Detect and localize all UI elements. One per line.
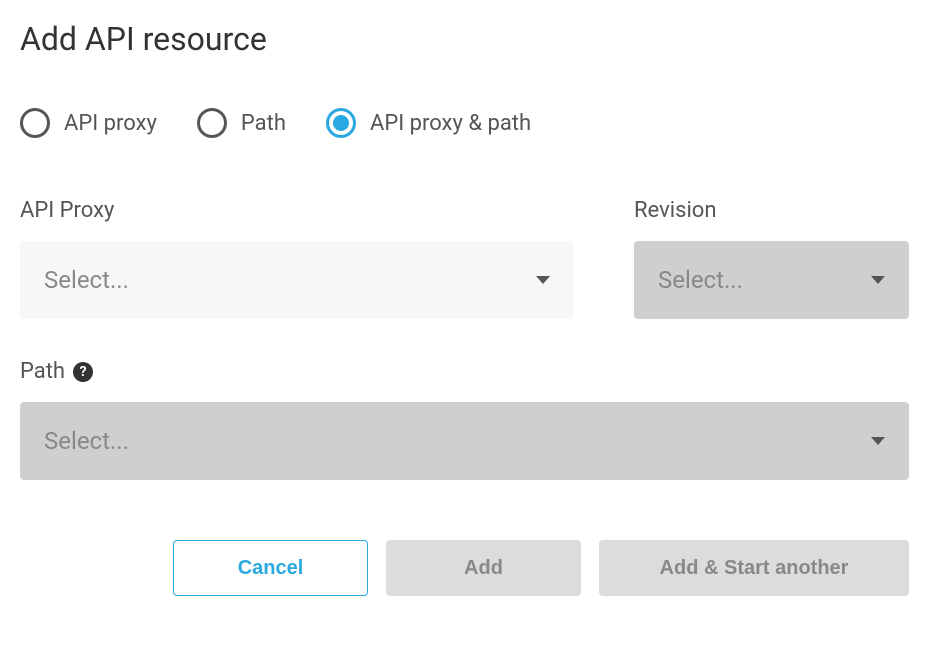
add-and-start-another-button[interactable]: Add & Start another <box>599 540 909 596</box>
form-row-proxy-revision: API Proxy Select... Revision Select... <box>20 198 909 319</box>
api-proxy-label: API Proxy <box>20 198 574 223</box>
radio-api-proxy[interactable]: API proxy <box>20 108 157 138</box>
resource-type-radio-group: API proxy Path API proxy & path <box>20 108 909 138</box>
revision-select-value: Select... <box>658 266 743 294</box>
radio-icon <box>20 108 50 138</box>
radio-icon-selected <box>326 108 356 138</box>
api-proxy-field: API Proxy Select... <box>20 198 574 319</box>
revision-field: Revision Select... <box>634 198 909 319</box>
radio-label: API proxy <box>64 111 157 136</box>
path-label-wrapper: Path ? <box>20 359 909 384</box>
revision-label: Revision <box>634 198 909 223</box>
path-select[interactable]: Select... <box>20 402 909 480</box>
revision-select[interactable]: Select... <box>634 241 909 319</box>
chevron-down-icon <box>871 437 885 445</box>
radio-icon <box>197 108 227 138</box>
path-label: Path <box>20 359 65 384</box>
api-proxy-select-value: Select... <box>44 266 129 294</box>
api-proxy-select[interactable]: Select... <box>20 241 574 319</box>
radio-label: API proxy & path <box>370 111 531 136</box>
help-icon[interactable]: ? <box>73 362 93 382</box>
radio-path[interactable]: Path <box>197 108 286 138</box>
cancel-button[interactable]: Cancel <box>173 540 368 596</box>
radio-api-proxy-and-path[interactable]: API proxy & path <box>326 108 531 138</box>
path-select-value: Select... <box>44 427 129 455</box>
button-row: Cancel Add Add & Start another <box>20 540 909 596</box>
add-button[interactable]: Add <box>386 540 581 596</box>
path-field: Path ? Select... <box>20 359 909 480</box>
chevron-down-icon <box>871 276 885 284</box>
radio-inner-dot <box>333 115 349 131</box>
chevron-down-icon <box>536 276 550 284</box>
radio-label: Path <box>241 111 286 136</box>
page-title: Add API resource <box>20 20 909 58</box>
